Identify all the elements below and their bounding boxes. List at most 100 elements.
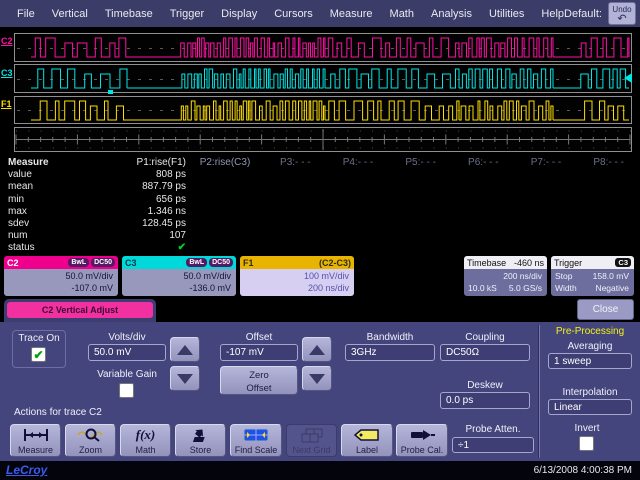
trigger-type: Width (555, 282, 577, 294)
menu-vertical[interactable]: Vertical (52, 8, 88, 20)
variable-gain-label: Variable Gain (88, 369, 166, 380)
grid-c3[interactable] (14, 64, 632, 93)
waveform-display: C2 C3 F1 (0, 28, 640, 155)
up-arrow-icon (309, 345, 325, 355)
volts-div-field[interactable]: 50.0 mV (88, 344, 166, 361)
menu-utilities[interactable]: Utilities (489, 8, 524, 20)
row-label-min: min (8, 194, 100, 206)
row-label-value: value (8, 169, 100, 181)
volts-div-down-button[interactable] (170, 366, 200, 391)
label-button[interactable]: Label (341, 424, 393, 457)
deskew-field[interactable]: 0.0 ps (440, 392, 530, 409)
channel-descriptor-c2[interactable]: C2 BwL DC50 50.0 mV/div -107.0 mV (4, 256, 118, 296)
menu-cursors[interactable]: Cursors (274, 8, 313, 20)
col-header-p2[interactable]: P2:rise(C3) (186, 157, 264, 169)
close-button[interactable]: Close (577, 299, 634, 320)
waveform-c2 (15, 34, 631, 61)
undo-arrow-icon: ↶ (609, 14, 635, 24)
measure-icon (21, 427, 51, 443)
timebase-descriptor[interactable]: Timebase -460 ns 200 ns/div 10.0 kS 5.0 … (464, 256, 547, 296)
preprocessing-title: Pre-Processing (544, 326, 636, 337)
zoom-button[interactable]: Zoom (65, 424, 116, 457)
coupling-field[interactable]: DC50Ω (440, 344, 530, 361)
averaging-label: Averaging (544, 341, 636, 352)
row-label-status: status (8, 242, 100, 254)
time-ruler (14, 127, 632, 152)
mean-p1: 887.79 ps (100, 181, 186, 193)
trigger-slope: Negative (595, 282, 629, 294)
tab-c2-vertical-adjust[interactable]: C2 Vertical Adjust (4, 299, 156, 322)
next-grid-button: Next Grid (286, 424, 337, 457)
undo-button[interactable]: Undo ↶ (608, 2, 636, 25)
offset-field[interactable]: -107 mV (220, 344, 298, 361)
cursor-tick-c3[interactable] (108, 90, 113, 94)
menu-measure[interactable]: Measure (330, 8, 373, 20)
menu-display[interactable]: Display (221, 8, 257, 20)
grid-c2[interactable] (14, 33, 632, 62)
interpolation-field[interactable]: Linear (548, 399, 632, 415)
col-header-p3[interactable]: P3:- - - (264, 157, 327, 169)
menu-help[interactable]: Help (541, 8, 564, 20)
timebase-scale: 200 ns/div (468, 270, 542, 282)
deskew-label: Deskew (440, 380, 530, 391)
col-header-p5[interactable]: P5:- - - (389, 157, 452, 169)
find-scale-button[interactable]: Find Scale (230, 424, 282, 457)
trigger-level: 158.0 mV (593, 270, 629, 282)
volts-div-label: Volts/div (88, 332, 166, 343)
col-header-p8[interactable]: P8:- - - (577, 157, 640, 169)
actions-for-trace-label: Actions for trace C2 (14, 407, 102, 418)
menu-trigger[interactable]: Trigger (170, 8, 204, 20)
channel-descriptor-c3[interactable]: C3 BwL DC50 50.0 mV/div -136.0 mV (122, 256, 236, 296)
grid-f1[interactable] (14, 96, 632, 124)
variable-gain-checkbox[interactable] (119, 383, 134, 398)
trace-label-c2[interactable]: C2 (1, 36, 13, 46)
next-grid-icon (300, 427, 324, 443)
col-header-p4[interactable]: P4:- - - (327, 157, 390, 169)
menu-math[interactable]: Math (390, 8, 414, 20)
col-header-p7[interactable]: P7:- - - (515, 157, 578, 169)
measure-table: Measure P1:rise(F1) P2:rise(C3) P3:- - -… (0, 157, 640, 255)
row-label-max: max (8, 206, 100, 218)
averaging-field[interactable]: 1 sweep (548, 353, 632, 369)
measure-table-title: Measure (8, 157, 100, 169)
c2-vdiv: 50.0 mV/div (8, 270, 113, 282)
menu-analysis[interactable]: Analysis (431, 8, 472, 20)
zero-offset-button[interactable]: Zero Offset (220, 366, 298, 395)
store-button[interactable]: Store (175, 424, 226, 457)
preprocessing-separator (538, 325, 540, 458)
find-scale-icon (243, 427, 269, 443)
menu-file[interactable]: File (17, 8, 35, 20)
offset-up-button[interactable] (302, 337, 332, 362)
invert-checkbox[interactable] (579, 436, 594, 451)
trace-on-label: Trace On (12, 333, 66, 344)
c3-vdiv: 50.0 mV/div (126, 270, 231, 282)
row-label-sdev: sdev (8, 218, 100, 230)
trigger-descriptor[interactable]: Trigger C3 Stop 158.0 mV Width Negative (551, 256, 634, 296)
col-header-p6[interactable]: P6:- - - (452, 157, 515, 169)
math-fx-icon: f(x) (136, 427, 156, 443)
timebase-rate: 5.0 GS/s (509, 282, 542, 294)
trace-descriptor-f1[interactable]: F1 (C2-C3) 100 mV/div 200 ns/div (240, 256, 354, 296)
store-icon (189, 427, 213, 443)
probe-atten-field[interactable]: ÷1 (452, 437, 534, 453)
trace-label-f1[interactable]: F1 (1, 99, 12, 109)
menu-timebase[interactable]: Timebase (105, 8, 153, 20)
trace-label-c3[interactable]: C3 (1, 68, 13, 78)
trigger-level-marker-c3[interactable] (624, 73, 632, 83)
trace-on-checkbox[interactable]: ✔ (31, 347, 46, 362)
zoom-icon (76, 427, 106, 443)
bandwidth-field[interactable]: 3GHz (345, 344, 435, 361)
col-header-p1[interactable]: P1:rise(F1) (100, 157, 186, 169)
offset-down-button[interactable] (302, 366, 332, 391)
label-tag-icon (353, 427, 381, 443)
coupling-label: Coupling (440, 332, 530, 343)
probe-cal-button[interactable]: Probe Cal. (396, 424, 448, 457)
volts-div-up-button[interactable] (170, 337, 200, 362)
lecroy-logo: LeCroy (6, 463, 47, 477)
c2-offset: -107.0 mV (8, 282, 113, 294)
default-label: Default: (564, 8, 602, 20)
value-p1: 808 ps (100, 169, 186, 181)
measure-button[interactable]: Measure (10, 424, 61, 457)
invert-label: Invert (552, 423, 622, 434)
math-button[interactable]: f(x) Math (120, 424, 171, 457)
